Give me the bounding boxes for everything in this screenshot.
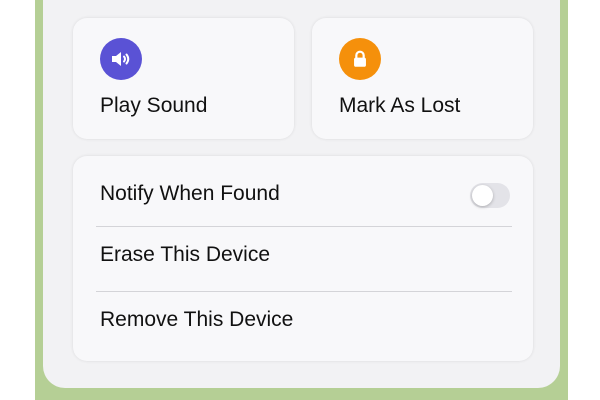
notify-when-found-label: Notify When Found xyxy=(100,182,280,205)
lock-icon xyxy=(339,38,381,80)
divider xyxy=(96,291,512,292)
mark-as-lost-button[interactable]: Mark As Lost xyxy=(312,18,533,139)
play-sound-button[interactable]: Play Sound xyxy=(73,18,294,139)
remove-device-label: Remove This Device xyxy=(100,308,294,331)
notify-when-found-row: Notify When Found xyxy=(73,169,533,233)
play-sound-label: Play Sound xyxy=(100,94,208,117)
mark-as-lost-label: Mark As Lost xyxy=(339,94,461,117)
notify-when-found-toggle[interactable] xyxy=(470,183,510,208)
remove-device-row[interactable]: Remove This Device xyxy=(73,293,533,357)
speaker-icon xyxy=(100,38,142,80)
device-options-list: Notify When Found Erase This Device Remo… xyxy=(73,156,533,361)
erase-device-label: Erase This Device xyxy=(100,243,271,266)
toggle-knob xyxy=(472,185,493,206)
divider xyxy=(96,226,512,227)
erase-device-row[interactable]: Erase This Device xyxy=(73,228,533,292)
